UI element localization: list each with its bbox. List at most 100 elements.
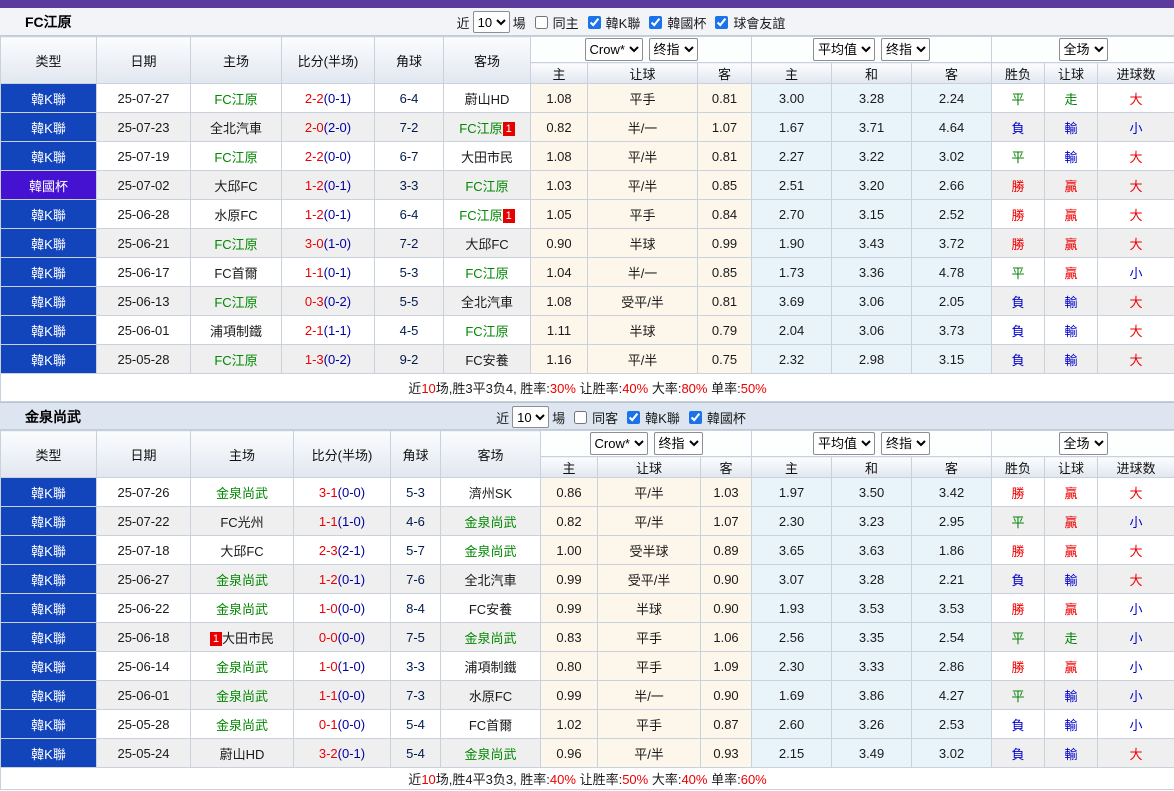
result-handicap-cell: 贏 <box>1044 477 1099 507</box>
league-cell: 韓K聯 <box>0 506 97 536</box>
games-count-select[interactable]: 10 <box>472 11 510 33</box>
team-name: 金泉尚武 <box>215 485 268 501</box>
score-cell: 2-1(1-1) <box>281 315 375 345</box>
filter-checkbox-韓K聯[interactable] <box>627 410 641 424</box>
filter-checkbox-韓國杯[interactable] <box>688 410 702 424</box>
odds-away-cell: 2.53 <box>911 709 993 739</box>
date-cell: 25-06-28 <box>96 199 191 229</box>
summary-segment: 40% <box>622 381 649 396</box>
filter-checkbox-同主[interactable] <box>534 15 548 29</box>
result-wdl-cell: 負 <box>991 564 1046 594</box>
league-cell: 韓K聯 <box>0 257 97 287</box>
games-unit-label: 場 <box>552 410 566 426</box>
avg-source-select[interactable]: 平均值 <box>813 432 876 455</box>
handicap-away-odds-cell: 1.09 <box>699 651 753 681</box>
match-row: 韓K聯 25-07-19 FC江原 2-2(0-0) 6-7 大田市民 1.08 平/半 0.8… <box>0 141 1174 171</box>
corners-cell: 7-2 <box>374 228 444 258</box>
halftime-score: (1-0) <box>323 235 352 251</box>
summary-segment: 让胜率: <box>575 381 623 396</box>
league-cell: 韓K聯 <box>0 651 97 681</box>
team-name: 金泉尚武 <box>215 717 268 733</box>
handicap-odds-group: Crow* 终指 <box>539 430 753 457</box>
score-cell: 2-2(0-0) <box>281 141 375 171</box>
league-cell: 韓K聯 <box>0 680 97 710</box>
fulltime-score: 2-1 <box>304 322 324 338</box>
fulltime-score: 1-0 <box>318 658 338 674</box>
handicap-line-cell: 平手 <box>597 651 701 681</box>
handicap-away-odds-cell: 1.06 <box>699 622 753 652</box>
result-handicap-cell: 走 <box>1044 83 1099 113</box>
scope-select[interactable]: 全场 <box>1058 38 1108 61</box>
col-header-home: 主场 <box>190 430 294 478</box>
filter-checkbox-韓K聯[interactable] <box>587 15 601 29</box>
team-name: 金泉尚武 <box>215 688 268 704</box>
league-cell: 韓國杯 <box>0 170 97 200</box>
filter-checkbox-韓國杯[interactable] <box>649 15 663 29</box>
date-cell: 25-06-21 <box>96 228 191 258</box>
home-team-cell: FC江原 <box>190 344 282 374</box>
fulltime-score: 0-1 <box>318 716 338 732</box>
avg-time-select[interactable]: 终指 <box>881 432 931 455</box>
home-team-cell: 金泉尚武 <box>190 477 294 507</box>
handicap-home-odds-cell: 1.00 <box>540 535 598 565</box>
league-cell: 韓K聯 <box>0 228 97 258</box>
fulltime-score: 2-0 <box>304 119 324 135</box>
subcol-ah-away: 客 <box>699 456 753 478</box>
date-cell: 25-06-22 <box>96 593 191 623</box>
odds-source-select[interactable]: Crow* <box>589 432 648 455</box>
result-goals-cell: 大 <box>1097 141 1174 171</box>
handicap-line-cell: 受平/半 <box>587 286 698 316</box>
result-handicap-cell: 贏 <box>1044 170 1099 200</box>
odds-home-cell: 2.56 <box>751 622 833 652</box>
summary-segment: 50% <box>622 772 649 787</box>
result-goals-cell: 小 <box>1097 257 1174 287</box>
games-count-select[interactable]: 10 <box>512 406 550 428</box>
match-row: 韓K聯 25-06-27 金泉尚武 1-2(0-1) 7-6 全北汽車 0.99 受平/半 0.… <box>0 564 1174 594</box>
avg-source-select[interactable]: 平均值 <box>813 38 876 61</box>
odds-away-cell: 1.86 <box>911 535 993 565</box>
score-cell: 2-3(2-1) <box>293 535 391 565</box>
halftime-score: (0-0) <box>337 687 366 703</box>
result-handicap-cell: 輸 <box>1044 709 1099 739</box>
result-goals-cell: 大 <box>1097 477 1174 507</box>
away-team-cell: FC安養 <box>440 593 541 623</box>
summary-segment: 30% <box>549 381 576 396</box>
fulltime-score: 1-2 <box>318 571 338 587</box>
odds-source-select[interactable]: Crow* <box>584 38 643 61</box>
home-team-cell: 金泉尚武 <box>190 680 294 710</box>
filter-checkbox-label: 韓國杯 <box>706 410 746 426</box>
subcol-eu-home: 主 <box>751 456 833 478</box>
handicap-away-odds-cell: 1.07 <box>696 112 753 142</box>
result-wdl-cell: 負 <box>991 315 1046 345</box>
halftime-score: (0-1) <box>323 264 352 280</box>
handicap-line-cell: 半球 <box>597 593 701 623</box>
score-cell: 2-2(0-1) <box>281 83 375 113</box>
fulltime-score: 3-0 <box>304 235 324 251</box>
corners-cell: 6-7 <box>374 141 444 171</box>
summary-segment: 近 <box>408 772 422 787</box>
odds-time-select[interactable]: 终指 <box>648 38 698 61</box>
corners-cell: 7-6 <box>390 564 441 594</box>
result-handicap-cell: 輸 <box>1044 286 1099 316</box>
team-name: 水原FC <box>468 688 513 704</box>
filter-checkbox-同客[interactable] <box>574 410 588 424</box>
odds-draw-cell: 3.49 <box>831 738 913 768</box>
odds-draw-cell: 3.26 <box>831 709 913 739</box>
odds-draw-cell: 3.06 <box>831 315 913 345</box>
odds-home-cell: 1.90 <box>751 228 833 258</box>
date-cell: 25-07-22 <box>96 506 191 536</box>
result-wdl-cell: 勝 <box>991 593 1046 623</box>
league-cell: 韓K聯 <box>0 709 97 739</box>
scope-select[interactable]: 全场 <box>1058 432 1108 455</box>
red-card-badge: 1 <box>209 631 223 646</box>
avg-time-select[interactable]: 终指 <box>881 38 931 61</box>
odds-time-select[interactable]: 终指 <box>653 432 703 455</box>
filter-checkbox-球會友誼[interactable] <box>715 15 729 29</box>
match-row: 韓K聯 25-07-23 全北汽車 2-0(2-0) 7-2 FC江原 1 0.82 半/一 1.… <box>0 112 1174 142</box>
corners-cell: 7-2 <box>374 112 444 142</box>
match-row: 韓K聯 25-07-22 FC光州 1-1(1-0) 4-6 金泉尚武 0.82 平/半 1.0… <box>0 506 1174 536</box>
result-goals-cell: 大 <box>1097 199 1174 229</box>
odds-draw-cell: 3.86 <box>831 680 913 710</box>
corners-cell: 5-3 <box>390 477 441 507</box>
result-handicap-cell: 贏 <box>1044 506 1099 536</box>
